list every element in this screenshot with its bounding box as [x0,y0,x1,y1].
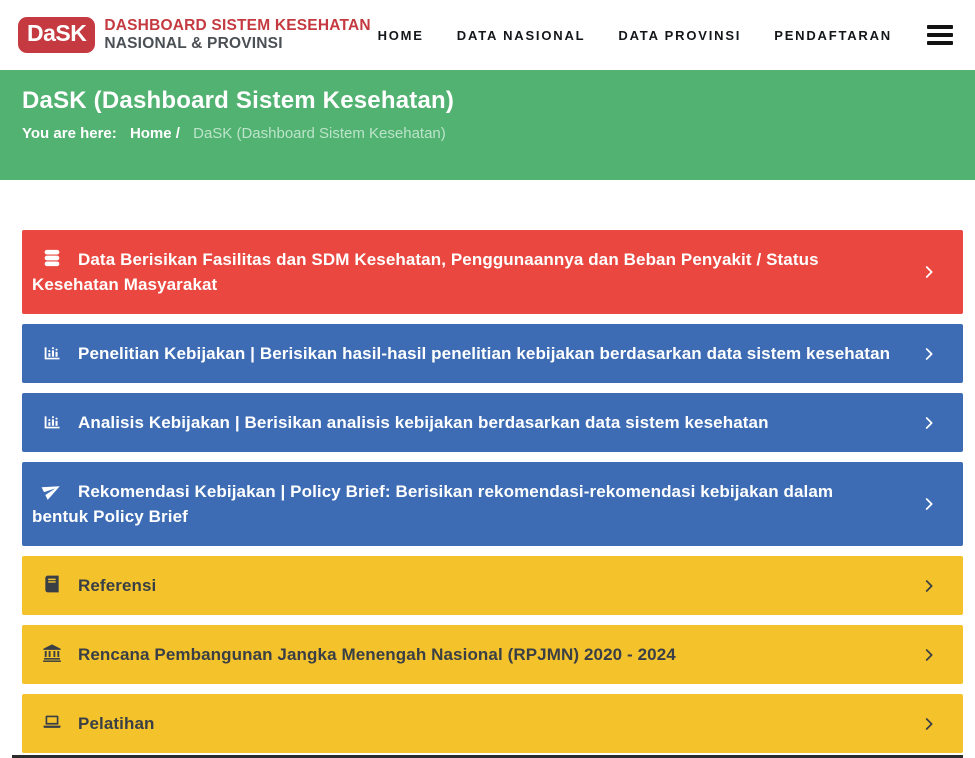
accordion-item-label: Analisis Kebijakan | Berisikan analisis … [78,413,769,432]
logo-badge-icon: DaSK [18,17,95,52]
database-icon [42,248,62,268]
chevron-right-icon [921,646,937,664]
chart-bar-icon [42,342,62,362]
breadcrumb-prefix: You are here: [22,125,117,142]
chevron-right-icon [921,577,937,595]
paper-plane-icon [42,480,62,500]
accordion-item-label: Data Berisikan Fasilitas dan SDM Kesehat… [32,250,819,294]
nav-item-data-provinsi[interactable]: DATA PROVINSI [618,28,741,43]
accordion-item-label: Referensi [78,576,156,595]
book-icon [42,574,62,594]
chevron-right-icon [921,495,937,513]
site-header: DaSK DASHBOARD SISTEM KESEHATAN NASIONAL… [0,0,975,70]
chevron-right-icon [921,715,937,733]
accordion-item[interactable]: Pelatihan [22,694,963,753]
breadcrumb-current: DaSK (Dashboard Sistem Kesehatan) [193,125,446,142]
chevron-right-icon [921,263,937,281]
content: Data Berisikan Fasilitas dan SDM Kesehat… [0,180,975,753]
hamburger-menu-icon[interactable] [927,25,953,45]
page: { "header": { "logo": { "badge": "DaSK",… [0,0,975,758]
accordion-item[interactable]: Rencana Pembangunan Jangka Menengah Nasi… [22,625,963,684]
nav-item-data-nasional[interactable]: DATA NASIONAL [457,28,586,43]
accordion-item-label: Rencana Pembangunan Jangka Menengah Nasi… [78,645,676,664]
accordion: Data Berisikan Fasilitas dan SDM Kesehat… [22,230,963,753]
accordion-item[interactable]: Referensi [22,556,963,615]
nav-item-home[interactable]: HOME [378,28,424,43]
logo[interactable]: DaSK DASHBOARD SISTEM KESEHATAN NASIONAL… [18,17,371,53]
accordion-item[interactable]: Rekomendasi Kebijakan | Policy Brief: Be… [22,462,963,546]
logo-text: DASHBOARD SISTEM KESEHATAN NASIONAL & PR… [104,17,370,53]
breadcrumb-home-link[interactable]: Home / [130,125,180,142]
breadcrumb: You are here: Home / DaSK (Dashboard Sis… [22,125,951,142]
university-icon [42,643,62,663]
accordion-item[interactable]: Data Berisikan Fasilitas dan SDM Kesehat… [22,230,963,314]
nav-item-pendaftaran[interactable]: PENDAFTARAN [774,28,892,43]
hero-banner: DaSK (Dashboard Sistem Kesehatan) You ar… [0,70,975,180]
accordion-item-label: Pelatihan [78,714,154,733]
chart-bar-icon [42,411,62,431]
chevron-right-icon [921,414,937,432]
accordion-item[interactable]: Analisis Kebijakan | Berisikan analisis … [22,393,963,452]
chevron-right-icon [921,345,937,363]
accordion-item[interactable]: Penelitian Kebijakan | Berisikan hasil-h… [22,324,963,383]
logo-title: DASHBOARD SISTEM KESEHATAN [104,17,370,35]
main-nav: HOME DATA NASIONAL DATA PROVINSI PENDAFT… [378,25,953,45]
accordion-item-label: Rekomendasi Kebijakan | Policy Brief: Be… [32,482,833,526]
logo-subtitle: NASIONAL & PROVINSI [104,35,370,53]
page-title: DaSK (Dashboard Sistem Kesehatan) [22,87,951,115]
accordion-item-label: Penelitian Kebijakan | Berisikan hasil-h… [78,344,890,363]
laptop-icon [42,712,62,732]
